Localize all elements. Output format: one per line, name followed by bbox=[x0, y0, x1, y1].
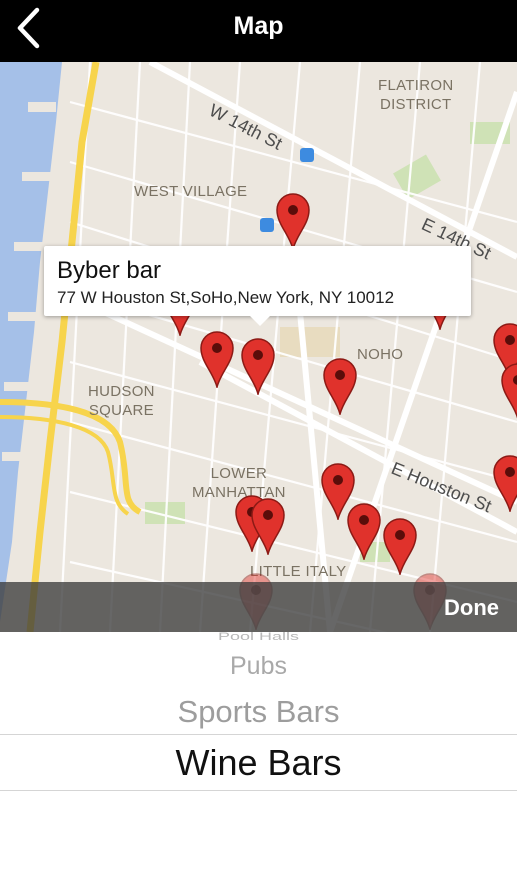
map-pin-icon[interactable] bbox=[322, 357, 358, 417]
callout-title: Byber bar bbox=[57, 257, 162, 284]
map-pin-icon[interactable] bbox=[240, 337, 276, 397]
area-label-flatiron: FLATIRON DISTRICT bbox=[378, 77, 454, 113]
selection-line-top bbox=[0, 734, 517, 735]
map-pin-icon[interactable] bbox=[275, 192, 311, 252]
area-label-noho: NOHO bbox=[357, 346, 404, 363]
map-pin-icon[interactable] bbox=[250, 497, 286, 557]
map-pin-icon[interactable] bbox=[382, 517, 418, 577]
nav-bar: Map bbox=[0, 0, 517, 62]
map-pin-icon[interactable] bbox=[492, 454, 517, 514]
selection-line-bottom bbox=[0, 790, 517, 791]
picker-option[interactable]: Sports Bars bbox=[0, 694, 517, 730]
pin-callout[interactable]: Byber bar 77 W Houston St,SoHo,New York,… bbox=[44, 246, 471, 326]
area-label-west-village: WEST VILLAGE bbox=[134, 183, 248, 200]
area-label-hudson-square: HUDSON SQUARE bbox=[88, 383, 155, 419]
map-pin-icon[interactable] bbox=[500, 362, 517, 420]
picker-option[interactable]: Pubs bbox=[0, 652, 517, 681]
callout-address: 77 W Houston St,SoHo,New York, NY 10012 bbox=[57, 288, 395, 307]
map-pin-icon[interactable] bbox=[199, 330, 235, 390]
category-picker[interactable]: Pool Halls Pubs Sports Bars Wine Bars bbox=[0, 632, 517, 893]
done-button[interactable]: Done bbox=[444, 595, 499, 621]
page-title: Map bbox=[233, 12, 284, 40]
picker-option[interactable]: Pool Halls bbox=[0, 632, 517, 643]
picker-option-selected[interactable]: Wine Bars bbox=[0, 742, 517, 784]
map-pin-icon[interactable] bbox=[346, 502, 382, 562]
picker-toolbar: Done bbox=[0, 582, 517, 632]
